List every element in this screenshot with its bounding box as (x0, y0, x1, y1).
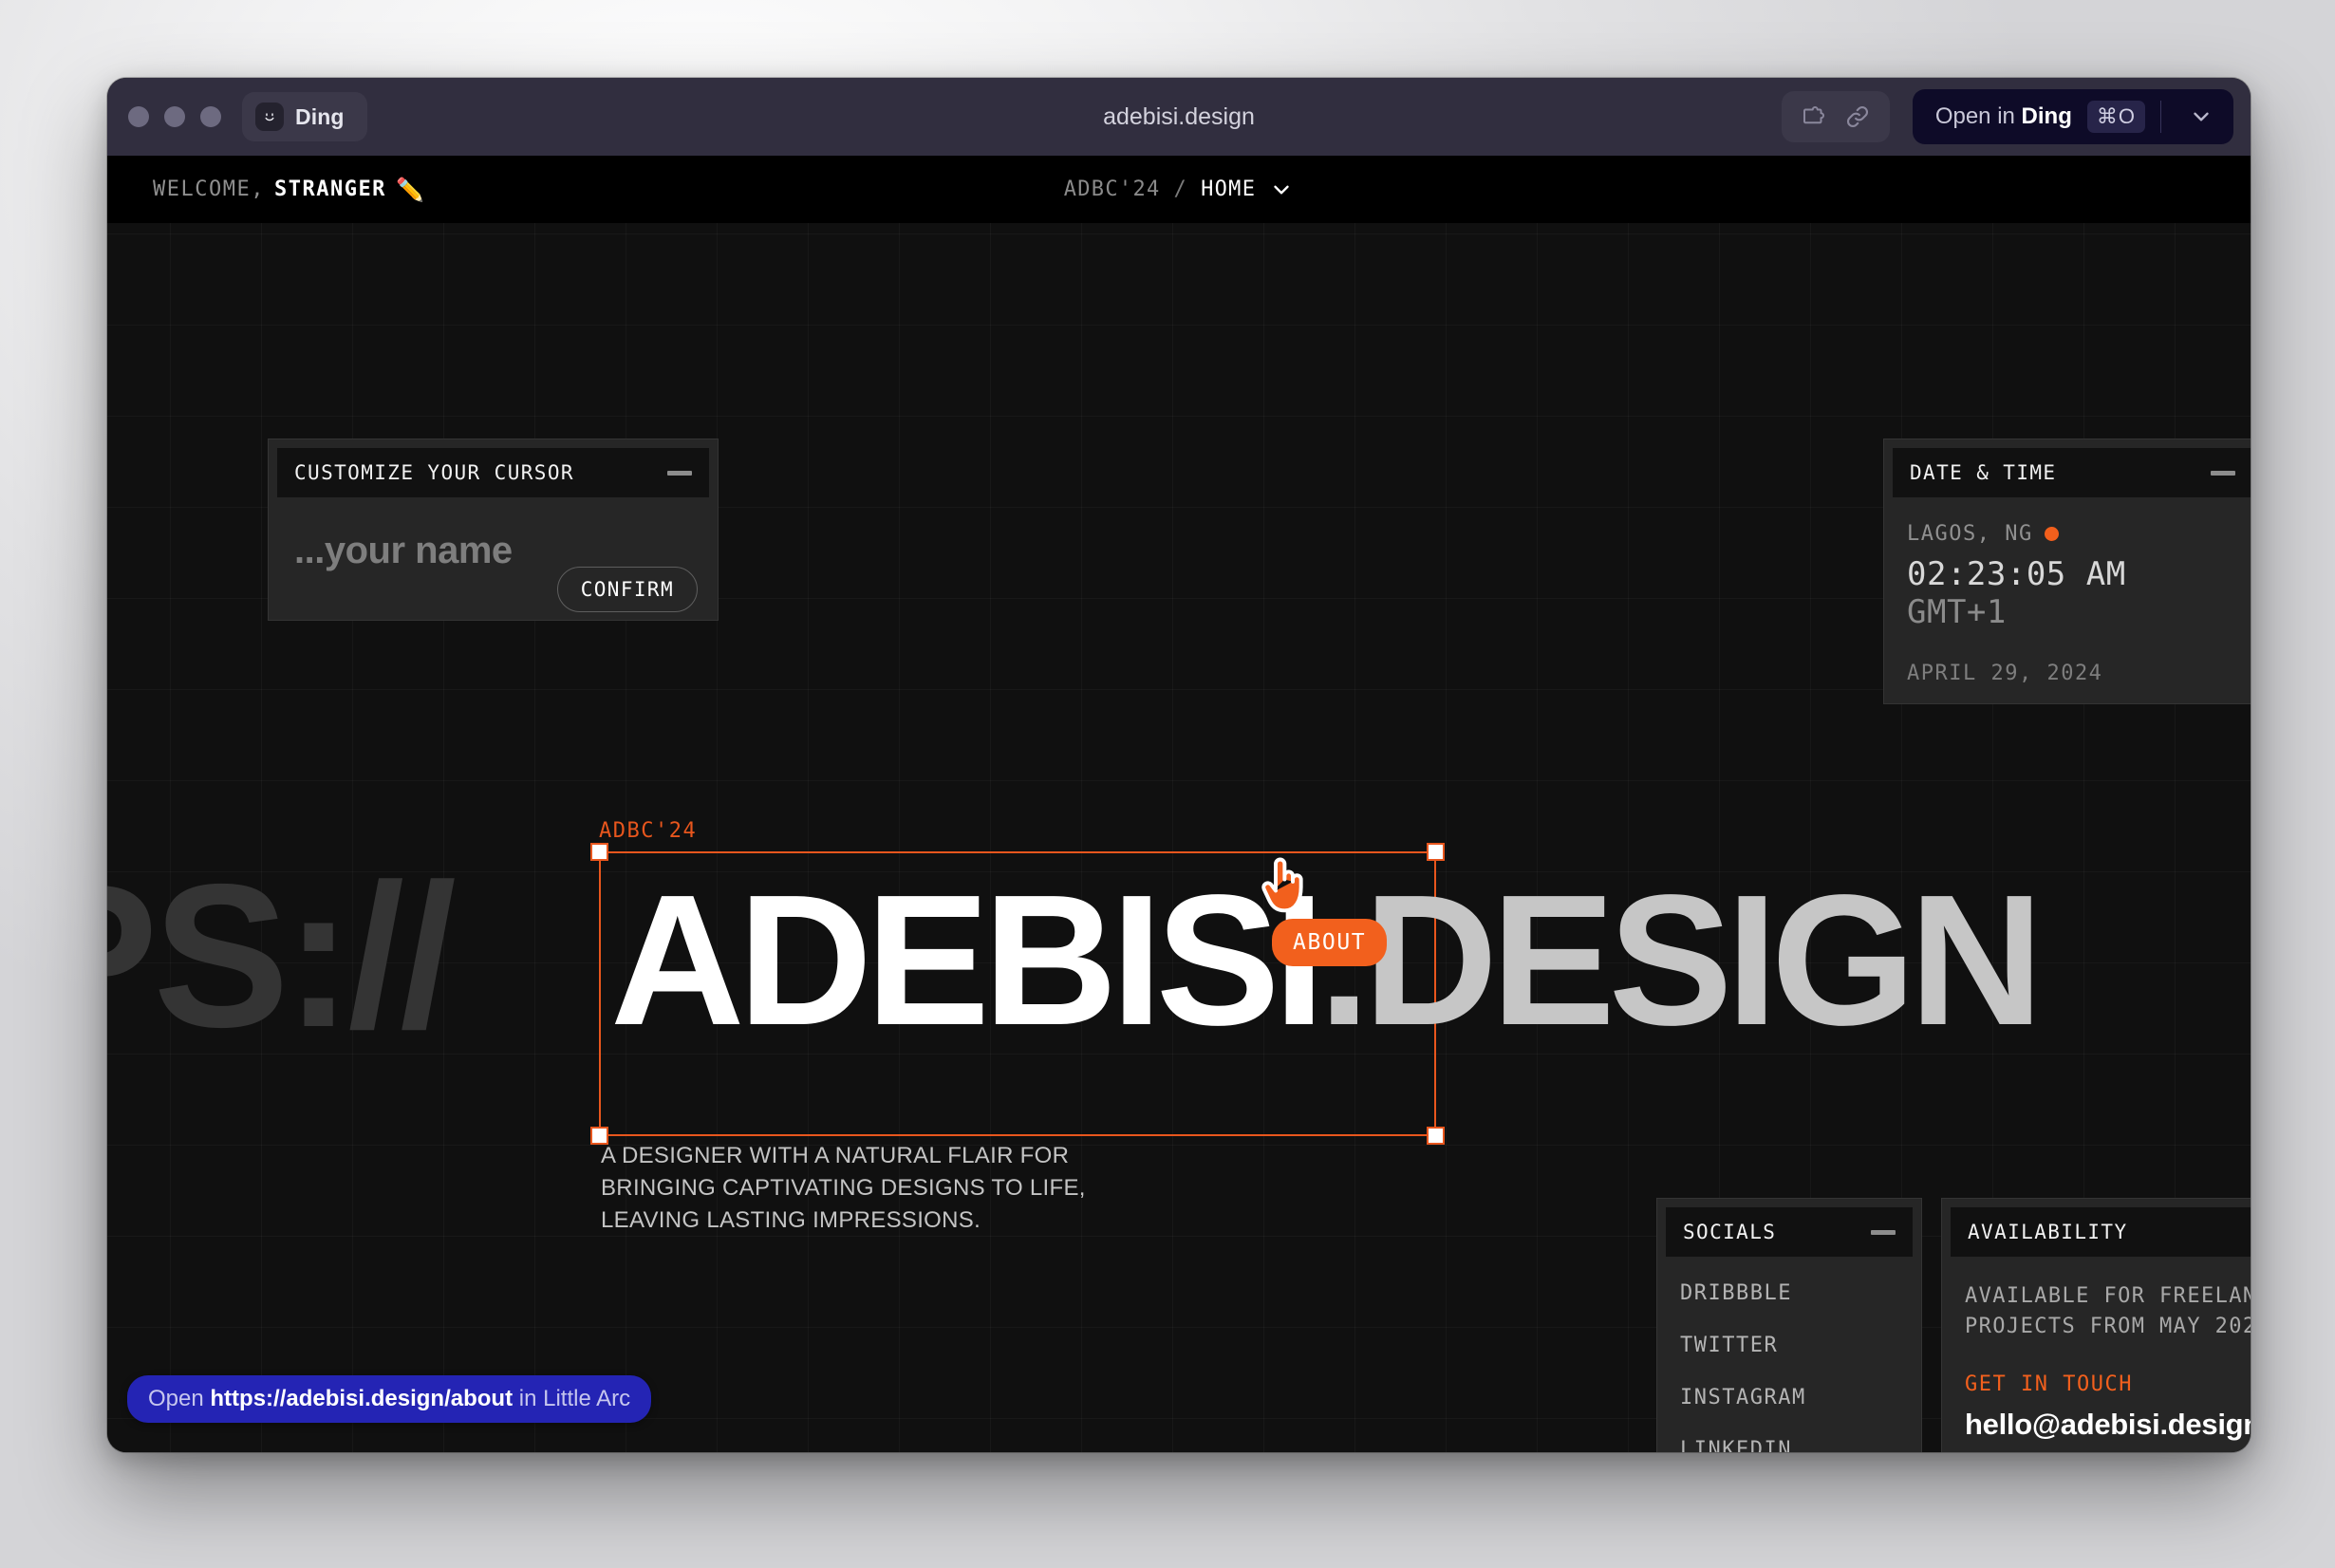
availability-status: AVAILABLE FOR FREELANCE PROJECTS FROM MA… (1965, 1281, 2251, 1342)
current-date: APRIL 29, 2024 (1907, 662, 2103, 685)
resize-handle-bottom-right[interactable] (1427, 1127, 1445, 1145)
social-link-linkedin[interactable]: LINKEDIN (1680, 1438, 1898, 1452)
chevron-down-icon[interactable] (2176, 89, 2226, 144)
copy-link-icon[interactable] (1840, 100, 1875, 134)
confirm-button[interactable]: CONFIRM (556, 567, 698, 612)
panel-header: CUSTOMIZE YOUR CURSOR (277, 448, 709, 497)
welcome-prefix: WELCOME, (153, 177, 265, 201)
hero-title-primary: ADEBISI (610, 856, 1325, 1064)
tooltip-prefix: Open (148, 1386, 211, 1411)
tooltip-suffix: in Little Arc (513, 1386, 631, 1411)
welcome-name: STRANGER (273, 177, 386, 201)
social-link-instagram[interactable]: INSTAGRAM (1680, 1386, 1898, 1409)
social-link-dribbble[interactable]: DRIBBBLE (1680, 1281, 1898, 1305)
pointer-hand-cursor-icon (1257, 853, 1312, 926)
cursor-name-input[interactable]: ...your name (294, 530, 513, 572)
social-link-twitter[interactable]: TWITTER (1680, 1334, 1898, 1357)
selection-label: ADBC'24 (599, 819, 698, 843)
browser-titlebar: Ding adebisi.design Open in Ding ⌘O (107, 78, 2251, 156)
panel-body: DRIBBBLE TWITTER INSTAGRAM LINKEDIN READ… (1657, 1257, 1921, 1452)
titlebar-right-controls: Open in Ding ⌘O (1781, 89, 2233, 144)
browser-window: Ding adebisi.design Open in Ding ⌘O WELC… (107, 78, 2251, 1452)
divider (2160, 101, 2161, 133)
panel-title: CUSTOMIZE YOUR CURSOR (294, 461, 574, 484)
status-dot-icon (2044, 527, 2059, 541)
location-label: LAGOS, NG (1907, 522, 2033, 546)
pencil-icon[interactable]: ✏️ (396, 178, 425, 201)
website-viewport: WELCOME, STRANGER ✏️ ADBC'24 / HOME PS:/… (107, 156, 2251, 1452)
get-in-touch-link[interactable]: GET IN TOUCH (1965, 1372, 2251, 1396)
panel-title: DATE & TIME (1910, 461, 2057, 484)
hero-section: ADBC'24 ADEBISI.DESIGN ABOUT A DESIGNER … (107, 156, 2251, 1452)
location-row: LAGOS, NG (1907, 522, 2238, 546)
chevron-down-icon[interactable] (1269, 177, 1294, 202)
availability-line: AVAILABLE FOR FREELANCE (1965, 1284, 2251, 1308)
date-time-panel: DATE & TIME LAGOS, NG 02:23:05 AM GMT+1 … (1883, 439, 2251, 704)
breadcrumb-separator: / (1173, 177, 1188, 201)
panel-title: AVAILABILITY (1968, 1221, 2128, 1243)
tab-label: Ding (295, 103, 345, 129)
breadcrumb-current[interactable]: HOME (1201, 177, 1256, 201)
socials-panel: SOCIALS DRIBBBLE TWITTER INSTAGRAM LINKE… (1656, 1198, 1922, 1452)
smiley-face-icon (255, 103, 284, 131)
welcome-greeting: WELCOME, STRANGER ✏️ (153, 177, 425, 201)
maximize-window-button[interactable] (200, 106, 221, 127)
panel-title: SOCIALS (1683, 1221, 1777, 1243)
keyboard-shortcut-badge: ⌘O (2086, 101, 2145, 133)
resize-handle-top-left[interactable] (590, 843, 608, 861)
open-in-app-label: Open in Ding (1934, 103, 2072, 129)
close-window-button[interactable] (128, 106, 149, 127)
hero-tagline: A DESIGNER WITH A NATURAL FLAIR FOR BRIN… (601, 1140, 1086, 1237)
clock-timezone: GMT+1 (1907, 593, 2007, 631)
extension-puzzle-icon[interactable] (1797, 100, 1831, 134)
tagline-line: LEAVING LASTING IMPRESSIONS. (601, 1207, 981, 1234)
availability-line: PROJECTS FROM MAY 2024 (1965, 1314, 2251, 1338)
minimize-dash-icon[interactable] (667, 470, 692, 476)
minimize-dash-icon[interactable] (2211, 470, 2235, 476)
panel-body: ...your name CONFIRM (269, 497, 718, 622)
tagline-line: A DESIGNER WITH A NATURAL FLAIR FOR (601, 1143, 1070, 1168)
browser-tab[interactable]: Ding (242, 92, 367, 141)
contact-email[interactable]: hello@adebisi.design (1965, 1408, 2251, 1442)
minimize-dash-icon[interactable] (1871, 1229, 1896, 1235)
titlebar-icon-group (1781, 91, 1890, 142)
panel-header: SOCIALS (1666, 1207, 1913, 1257)
tagline-line: BRINGING CAPTIVATING DESIGNS TO LIFE, (601, 1175, 1086, 1202)
traffic-lights (128, 106, 221, 127)
breadcrumb-root[interactable]: ADBC'24 (1064, 177, 1161, 201)
tooltip-url: https://adebisi.design/about (210, 1386, 514, 1411)
panel-body: AVAILABLE FOR FREELANCE PROJECTS FROM MA… (1942, 1257, 2251, 1442)
panel-header: DATE & TIME (1893, 448, 2251, 497)
availability-panel: AVAILABILITY AVAILABLE FOR FREELANCE PRO… (1941, 1198, 2251, 1452)
open-in-app-button[interactable]: Open in Ding ⌘O (1912, 89, 2233, 144)
panel-header: AVAILABILITY (1951, 1207, 2251, 1257)
minimize-window-button[interactable] (164, 106, 185, 127)
customize-cursor-panel: CUSTOMIZE YOUR CURSOR ...your name CONFI… (268, 439, 719, 621)
link-preview-tooltip: Open https://adebisi.design/about in Lit… (127, 1375, 652, 1423)
panel-body: LAGOS, NG 02:23:05 AM GMT+1 APRIL 29, 20… (1884, 497, 2251, 685)
breadcrumb: ADBC'24 / HOME (107, 177, 2251, 202)
clock: 02:23:05 AM GMT+1 (1907, 555, 2238, 631)
clock-time: 02:23:05 AM (1907, 555, 2126, 593)
hero-title-secondary: .DESIGN (1318, 856, 2044, 1064)
site-navbar: WELCOME, STRANGER ✏️ ADBC'24 / HOME (107, 156, 2251, 223)
